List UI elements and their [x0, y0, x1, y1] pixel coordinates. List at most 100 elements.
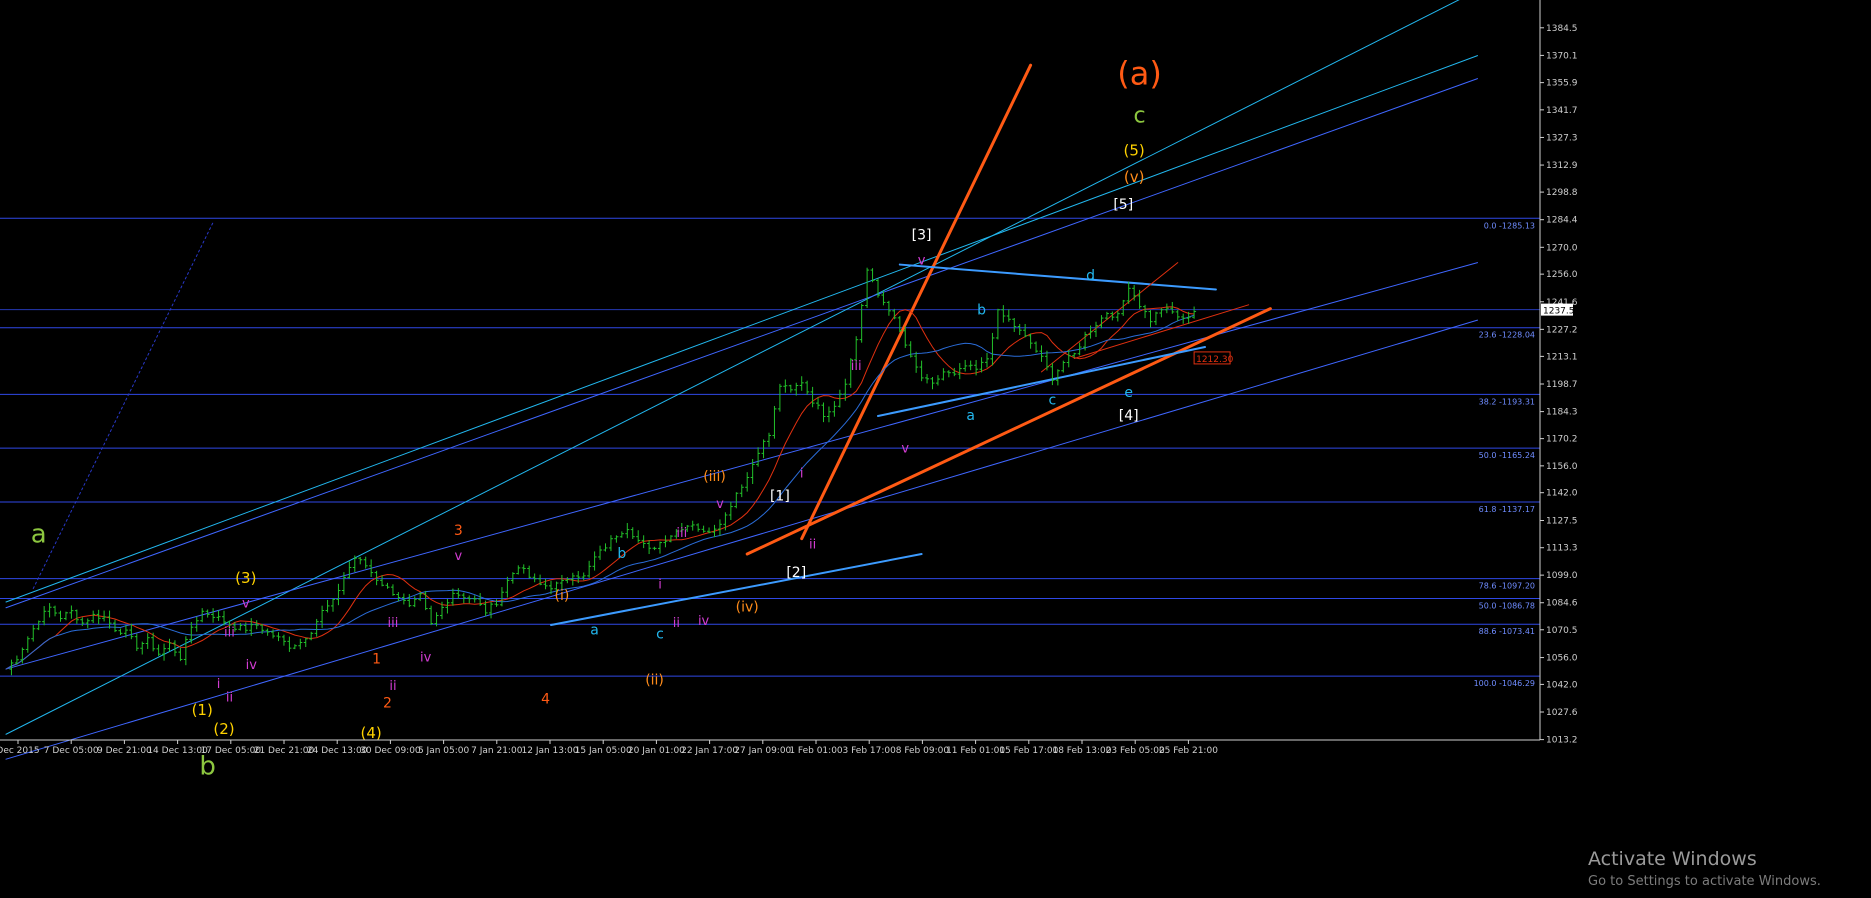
time-tick-label: 24 Dec 13:00 — [307, 746, 368, 756]
wave-label: a — [31, 520, 47, 550]
time-tick-label: 11 Feb 01:00 — [946, 746, 1005, 756]
wave-label: c — [656, 626, 664, 642]
price-tick-label: 1042.0 — [1546, 680, 1578, 690]
fib-level-label: 100.0 -1046.29 — [1474, 679, 1535, 688]
wave-label: [3] — [912, 228, 932, 244]
wave-label: iii — [676, 526, 687, 541]
time-tick-label: 22 Jan 17:00 — [681, 746, 738, 756]
wave-label: c — [1134, 104, 1146, 129]
wave-label: e — [1124, 385, 1133, 401]
time-tick-label: 8 Feb 09:00 — [896, 746, 950, 756]
wave-label: v — [454, 549, 462, 564]
wave-label: iii — [851, 359, 862, 374]
wave-label: [5] — [1113, 197, 1133, 213]
wave-label: a — [966, 408, 975, 424]
price-tick-label: 1327.3 — [1546, 133, 1578, 143]
wave-label: (a) — [1117, 54, 1162, 92]
time-tick-label: 18 Feb 13:00 — [1052, 746, 1111, 756]
price-tick-label: 1370.1 — [1546, 51, 1578, 61]
price-tick-label: 1270.0 — [1546, 243, 1578, 253]
wave-label: (2) — [213, 720, 234, 738]
activate-windows-watermark: Activate Windows Go to Settings to activ… — [1588, 848, 1821, 889]
wave-label: b — [199, 752, 216, 782]
wave-label: iii — [224, 625, 235, 640]
wave-label: i — [217, 677, 221, 692]
wave-label: a — [590, 623, 599, 639]
wave-label: b — [617, 546, 626, 562]
wave-label: [1] — [770, 488, 790, 504]
wave-label: v — [901, 441, 909, 456]
price-tick-label: 1213.1 — [1546, 352, 1578, 362]
price-tick-label: 1355.9 — [1546, 79, 1578, 89]
wave-label: (i) — [554, 588, 569, 604]
price-tick-label: 1170.2 — [1546, 435, 1578, 445]
wave-label: iv — [698, 614, 710, 629]
price-tick-label: 1312.9 — [1546, 161, 1578, 171]
fib-level-label: 61.8 -1137.17 — [1479, 505, 1535, 514]
price-tick-label: 1341.7 — [1546, 106, 1578, 116]
time-tick-label: 21 Dec 21:00 — [254, 746, 315, 756]
wave-label: 2 — [383, 695, 392, 711]
wave-label: 3 — [454, 523, 463, 539]
fib-level-label: 50.0 -1165.24 — [1479, 451, 1535, 460]
wave-label: v — [716, 497, 724, 512]
wave-label: (3) — [235, 569, 256, 587]
wave-label: ii — [389, 679, 396, 694]
wave-label: v — [918, 254, 926, 269]
price-tick-label: 1256.0 — [1546, 270, 1578, 280]
fib-level-label: 23.6 -1228.04 — [1479, 331, 1535, 340]
wave-label: 4 — [541, 692, 550, 708]
wave-label: i — [800, 466, 804, 481]
time-tick-label: 25 Feb 21:00 — [1159, 746, 1218, 756]
wave-label: (1) — [192, 701, 213, 719]
wave-label: b — [977, 302, 986, 318]
price-tick-label: 1027.6 — [1546, 708, 1578, 718]
time-tick-label: 5 Jan 05:00 — [418, 746, 470, 756]
price-tick-label: 1099.0 — [1546, 571, 1578, 581]
wave-label: (v) — [1124, 168, 1145, 186]
fib-level-label: 0.0 -1285.13 — [1484, 221, 1535, 230]
chart-background — [0, 0, 1871, 898]
fib-level-label: 38.2 -1193.31 — [1479, 397, 1535, 406]
wave-label: 1 — [372, 651, 381, 667]
fib-level-label: 78.6 -1097.20 — [1479, 582, 1535, 591]
wave-label: iv — [420, 650, 432, 665]
time-tick-label: 3 Feb 17:00 — [843, 746, 897, 756]
time-tick-label: 20 Jan 01:00 — [628, 746, 685, 756]
price-tick-label: 1384.5 — [1546, 24, 1578, 34]
watermark-subtitle: Go to Settings to activate Windows. — [1588, 874, 1821, 889]
time-tick-label: 1 Feb 01:00 — [789, 746, 843, 756]
price-tick-label: 1284.4 — [1546, 216, 1578, 226]
wave-label: iv — [246, 658, 258, 673]
wave-label: d — [1086, 268, 1095, 284]
wave-label: (iv) — [736, 600, 759, 616]
wave-label: [4] — [1119, 408, 1139, 424]
time-tick-label: Dec 2015 — [0, 746, 40, 756]
wave-label: v — [242, 597, 250, 612]
wave-label: (5) — [1124, 141, 1145, 159]
time-tick-label: 15 Jan 05:00 — [575, 746, 632, 756]
current-price-label: 1237.5 — [1543, 307, 1575, 317]
price-tick-label: 1227.2 — [1546, 325, 1578, 335]
price-tick-label: 1070.5 — [1546, 626, 1578, 636]
wave-label: c — [1049, 393, 1057, 409]
time-tick-label: 17 Dec 05:00 — [201, 746, 262, 756]
wave-label: (iii) — [703, 469, 726, 485]
wave-label: i — [658, 578, 662, 593]
fib-level-label: 88.6 -1073.41 — [1479, 627, 1535, 636]
price-chart: 0.0 -1285.13 23.6 -1228.04 38.2 -1193.31 50… — [0, 0, 1871, 898]
price-tick-label: 1113.3 — [1546, 544, 1578, 554]
time-tick-label: 23 Feb 05:00 — [1106, 746, 1165, 756]
wave-label: iii — [388, 616, 399, 631]
wave-label: (4) — [361, 724, 382, 742]
price-tick-label: 1056.0 — [1546, 654, 1578, 664]
price-tick-label: 1013.2 — [1546, 736, 1578, 746]
wave-label: (ii) — [645, 672, 664, 688]
wave-label: ii — [809, 537, 816, 552]
wave-label: [2] — [786, 565, 806, 581]
time-tick-label: 7 Dec 05:00 — [44, 746, 99, 756]
price-tick-label: 1084.6 — [1546, 599, 1578, 609]
price-tick-label: 1298.8 — [1546, 188, 1578, 198]
price-tick-label: 1156.0 — [1546, 462, 1578, 472]
time-tick-label: 9 Dec 21:00 — [97, 746, 152, 756]
